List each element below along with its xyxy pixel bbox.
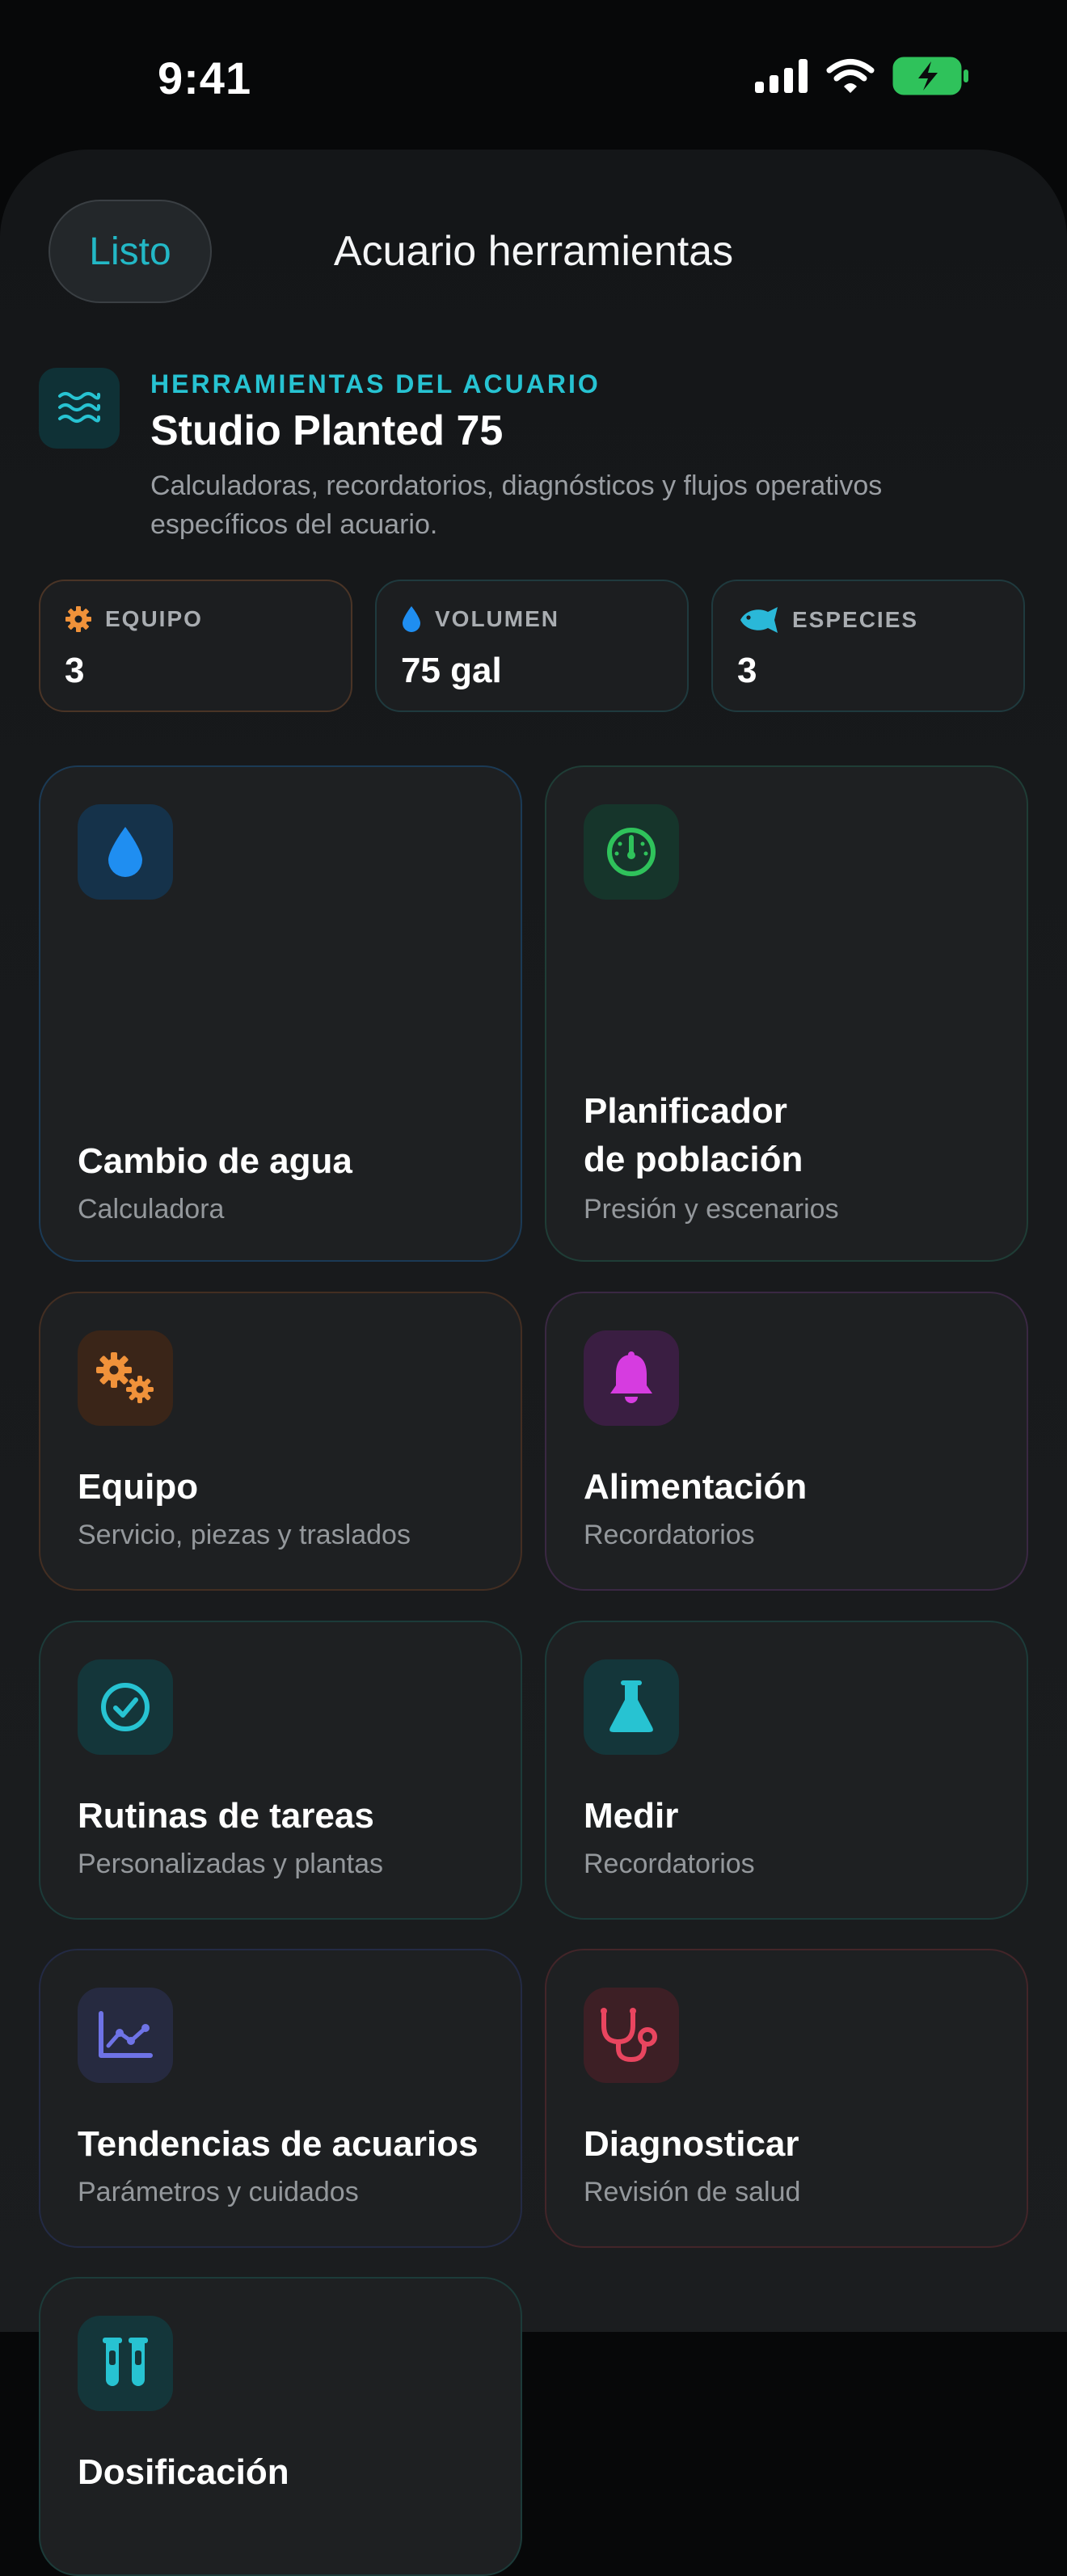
hero-description: Calculadoras, recordatorios, diagnóstico…: [150, 470, 883, 540]
tool-card-equipment[interactable]: Equipo Servicio, piezas y traslados: [39, 1292, 522, 1591]
tool-subtitle: Recordatorios: [584, 1520, 755, 1550]
gear-icon: [65, 606, 91, 632]
tool-card-measure[interactable]: Medir Recordatorios: [545, 1621, 1028, 1920]
tool-card-diagnose[interactable]: Diagnosticar Revisión de salud: [545, 1949, 1028, 2248]
stat-label: ESPECIES: [792, 607, 919, 632]
stat-species: ESPECIES 3: [711, 580, 1025, 712]
stat-label: EQUIPO: [105, 606, 203, 631]
tool-title: Diagnosticar: [584, 2124, 799, 2164]
stat-equipment: EQUIPO 3: [39, 580, 352, 712]
checkmark-circle-icon: [78, 1659, 173, 1755]
stat-value: 75 gal: [401, 651, 502, 690]
tool-subtitle: Servicio, piezas y traslados: [78, 1520, 411, 1550]
battery-charging-icon: [892, 57, 968, 95]
gears-icon: [78, 1330, 173, 1426]
water-drop-icon: [78, 804, 173, 900]
tool-title: Tendencias de acuarios: [78, 2124, 479, 2164]
fish-icon: [740, 607, 778, 633]
tool-subtitle: Recordatorios: [584, 1849, 755, 1879]
tool-title: Medir: [584, 1796, 679, 1836]
tool-subtitle: Calculadora: [78, 1194, 225, 1225]
tool-title: Planificador de población: [584, 1091, 803, 1179]
waves-icon: [39, 368, 120, 449]
nav-title: Acuario herramientas: [333, 228, 734, 275]
tool-card-aquarium-trends[interactable]: Tendencias de acuarios Parámetros y cuid…: [39, 1949, 522, 2248]
stat-label: VOLUMEN: [435, 606, 559, 631]
stethoscope-icon: [584, 1988, 679, 2083]
tool-card-water-change[interactable]: Cambio de agua Calculadora: [39, 765, 522, 1262]
test-tubes-icon: [78, 2316, 173, 2411]
drop-icon: [403, 606, 420, 632]
tool-card-stocking-planner[interactable]: Planificador de población Presión y esce…: [545, 765, 1028, 1262]
tool-title: Cambio de agua: [78, 1141, 352, 1181]
tools-sheet: Listo Acuario herramientas HERRAMIENTAS …: [0, 150, 1067, 2576]
tool-card-dosing[interactable]: Dosificación: [39, 2277, 522, 2576]
status-bar: 9:41: [0, 0, 1067, 154]
status-time: 9:41: [158, 53, 252, 103]
tool-subtitle: Personalizadas y plantas: [78, 1849, 384, 1879]
tool-card-task-routines[interactable]: Rutinas de tareas Personalizadas y plant…: [39, 1621, 522, 1920]
tool-title: Rutinas de tareas: [78, 1796, 374, 1836]
status-icons: [755, 57, 970, 95]
tool-title: Alimentación: [584, 1467, 808, 1507]
tool-subtitle: Revisión de salud: [584, 2177, 801, 2207]
gauge-icon: [584, 804, 679, 900]
tool-subtitle: Presión y escenarios: [584, 1194, 839, 1225]
trend-chart-icon: [78, 1988, 173, 2083]
bell-icon: [584, 1330, 679, 1426]
flask-icon: [584, 1659, 679, 1755]
tool-card-feeding[interactable]: Alimentación Recordatorios: [545, 1292, 1028, 1591]
stat-value: 3: [737, 651, 757, 690]
stat-value: 3: [65, 651, 85, 690]
cellular-signal-icon: [755, 59, 808, 93]
tool-title: Dosificación: [78, 2452, 289, 2492]
section-eyebrow: HERRAMIENTAS DEL ACUARIO: [150, 369, 601, 398]
stat-volume: VOLUMEN 75 gal: [375, 580, 689, 712]
wifi-icon: [826, 59, 875, 93]
tool-subtitle: Parámetros y cuidados: [78, 2177, 359, 2207]
tool-title: Equipo: [78, 1467, 199, 1507]
aquarium-name: Studio Planted 75: [150, 407, 504, 454]
